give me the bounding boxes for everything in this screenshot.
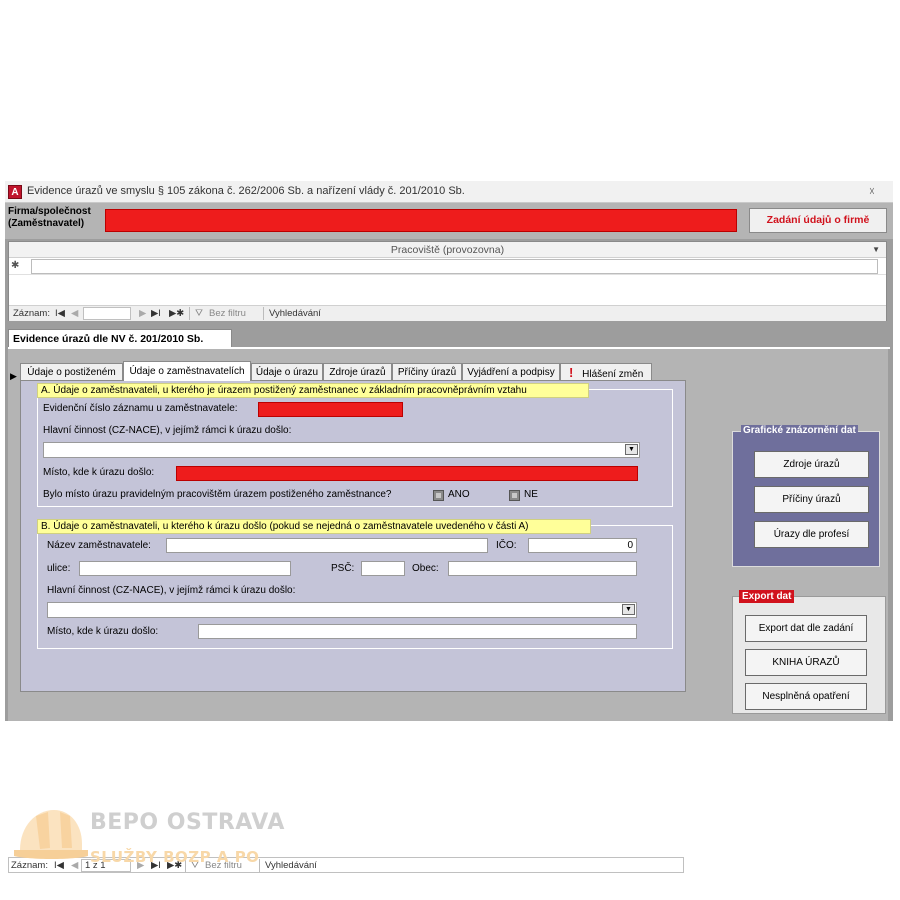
chevron-down-icon[interactable]: ▼ xyxy=(872,242,880,258)
tab-injured-person[interactable]: Údaje o postiženém xyxy=(20,363,123,381)
injury-book-button[interactable]: KNIHA ÚRAZŮ xyxy=(745,649,867,676)
new-record-button[interactable]: ▶✱ xyxy=(169,308,184,319)
company-name: BEPO OSTRAVA xyxy=(90,810,285,835)
exclamation-icon: ! xyxy=(569,365,574,380)
graph-panel: Grafické znázornění dat Zdroje úrazů Pří… xyxy=(732,425,880,567)
close-icon[interactable]: ☓ xyxy=(869,185,875,198)
unfulfilled-measures-button[interactable]: Nesplněná opatření xyxy=(745,683,867,710)
record-selector[interactable]: ▶ xyxy=(8,359,18,699)
place-label-a: Místo, kde k úrazu došlo: xyxy=(43,467,155,478)
activity-select-a[interactable]: ▼ xyxy=(43,442,640,458)
tab-change-reports[interactable]: ! Hlášení změn xyxy=(560,363,652,381)
new-record-icon: ✱ xyxy=(11,260,20,271)
activity-label-b: Hlavní činnost (CZ-NACE), v jejímž rámci… xyxy=(47,585,296,596)
no-label: NE xyxy=(524,489,538,500)
firm-label-line1: Firma/společnost xyxy=(8,206,91,217)
helmet-icon xyxy=(14,810,88,859)
window-title: Evidence úrazů ve smyslu § 105 zákona č.… xyxy=(27,185,465,197)
filter-toggle[interactable]: Bez filtru xyxy=(209,308,246,319)
next-record-button[interactable]: ▶ xyxy=(139,308,146,319)
tab-injury-causes[interactable]: Příčiny úrazů xyxy=(392,363,462,381)
yes-label: ANO xyxy=(448,489,470,500)
export-data-button[interactable]: Export dat dle zadání xyxy=(745,615,867,642)
city-input[interactable] xyxy=(448,561,637,576)
search-field[interactable]: Vyhledávání xyxy=(265,860,317,871)
employer-name-label: Název zaměstnavatele: xyxy=(47,540,151,551)
sources-chart-button[interactable]: Zdroje úrazů xyxy=(754,451,869,478)
causes-chart-button[interactable]: Příčiny úrazů xyxy=(754,486,869,513)
section-b-title: B. Údaje o zaměstnavateli, u kterého k ú… xyxy=(37,519,591,534)
city-label: Obec: xyxy=(412,563,439,574)
chevron-down-icon[interactable]: ▼ xyxy=(625,444,638,455)
firm-label-line2: (Zaměstnavatel) xyxy=(8,218,85,229)
export-panel-title: Export dat xyxy=(739,590,795,603)
place-input-b[interactable] xyxy=(198,624,637,639)
funnel-icon: ⛛ xyxy=(195,308,203,319)
workplace-subform: Pracoviště (provozovna) ▼ ✱ Záznam: I◀ ◀… xyxy=(8,241,887,321)
export-panel: Export dat Export dat dle zadání KNIHA Ú… xyxy=(732,590,886,714)
tab-injury-details[interactable]: Údaje o úrazu xyxy=(251,363,323,381)
company-tagline: SLUŽBY BOZP A PO xyxy=(90,848,260,866)
subform-record-navigator: Záznam: I◀ ◀ ▶ ▶I ▶✱ ⛛ Bez filtru Vyhled… xyxy=(9,305,886,321)
tab-injury-sources[interactable]: Zdroje úrazů xyxy=(323,363,392,381)
first-record-button[interactable]: I◀ xyxy=(55,308,65,319)
psc-input[interactable] xyxy=(361,561,405,576)
employer-name-input[interactable] xyxy=(166,538,488,553)
nav-divider xyxy=(189,307,190,320)
workplace-column-label: Pracoviště (provozovna) xyxy=(390,244,505,256)
place-label-b: Místo, kde k úrazu došlo: xyxy=(47,626,159,637)
tab-employers[interactable]: Údaje o zaměstnavatelích xyxy=(123,361,251,381)
application-window: A Evidence úrazů ve smyslu § 105 zákona … xyxy=(5,181,893,873)
firm-details-button[interactable]: Zadání údajů o firmě xyxy=(749,208,887,233)
nav-divider xyxy=(263,307,264,320)
regular-workplace-question: Bylo místo úrazu pravidelným pracovištěm… xyxy=(43,489,392,500)
title-bar: A Evidence úrazů ve smyslu § 105 zákona … xyxy=(5,181,893,203)
firm-header: Firma/společnost (Zaměstnavatel) Zadání … xyxy=(5,203,893,239)
activity-label-a: Hlavní činnost (CZ-NACE), v jejímž rámci… xyxy=(43,425,292,436)
section-b: B. Údaje o zaměstnavateli, u kterého k ú… xyxy=(37,519,673,649)
search-field[interactable]: Vyhledávání xyxy=(269,308,321,319)
street-label: ulice: xyxy=(47,563,71,574)
current-record-icon: ▶ xyxy=(10,371,17,381)
section-a: A. Údaje o zaměstnavateli, u kterého je … xyxy=(37,383,673,507)
workplace-column-header[interactable]: Pracoviště (provozovna) ▼ xyxy=(9,242,886,258)
profession-chart-button[interactable]: Úrazy dle profesí xyxy=(754,521,869,548)
place-input-a[interactable] xyxy=(176,466,638,481)
no-checkbox[interactable] xyxy=(509,490,520,501)
yes-checkbox[interactable] xyxy=(433,490,444,501)
workplace-input[interactable] xyxy=(31,259,878,274)
record-number-label: Evidenční číslo záznamu u zaměstnavatele… xyxy=(43,403,238,414)
record-number-input[interactable] xyxy=(258,402,403,417)
new-record-row: ✱ xyxy=(9,259,886,275)
firm-field[interactable] xyxy=(105,209,737,232)
tab-statements[interactable]: Vyjádření a podpisy xyxy=(462,363,560,381)
activity-select-b[interactable]: ▼ xyxy=(47,602,637,618)
record-nav-label: Záznam: xyxy=(13,308,50,319)
street-input[interactable] xyxy=(79,561,291,576)
prev-record-button[interactable]: ◀ xyxy=(71,308,78,319)
ico-input[interactable]: 0 xyxy=(528,538,637,553)
employers-tab-panel: A. Údaje o zaměstnavateli, u kterého je … xyxy=(20,380,686,692)
graph-panel-title: Grafické znázornění dat xyxy=(741,425,858,436)
chevron-down-icon[interactable]: ▼ xyxy=(622,604,635,615)
record-number-field[interactable] xyxy=(83,307,131,320)
tab-evidence[interactable]: Evidence úrazů dle NV č. 201/2010 Sb. xyxy=(8,329,232,348)
access-icon: A xyxy=(8,185,22,199)
tab-change-reports-label: Hlášení změn xyxy=(582,369,644,380)
psc-label: PSČ: xyxy=(331,563,355,574)
firm-label: Firma/společnost (Zaměstnavatel) xyxy=(8,206,91,230)
ico-label: IČO: xyxy=(496,540,517,551)
section-a-title: A. Údaje o zaměstnavateli, u kterého je … xyxy=(37,383,589,398)
last-record-button[interactable]: ▶I xyxy=(151,308,161,319)
